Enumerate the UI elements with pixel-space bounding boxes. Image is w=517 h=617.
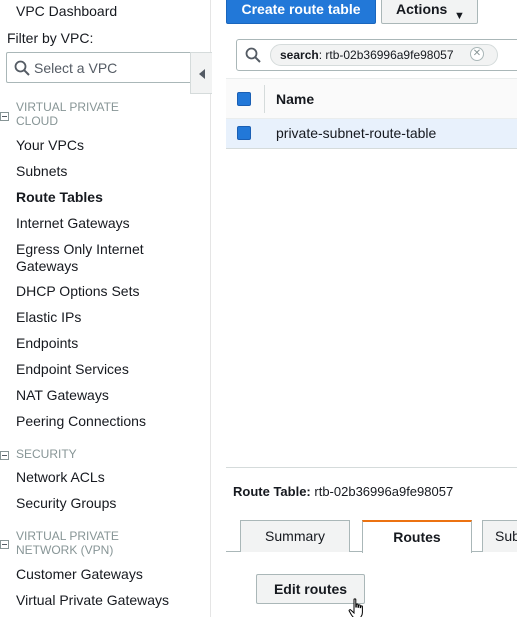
sidebar-item-egress-only-internet-gateways[interactable]: Egress Only Internet Gateways	[16, 241, 166, 275]
filter-label: Filter by VPC:	[7, 30, 94, 46]
collapse-section-vpc-icon[interactable]	[0, 112, 9, 121]
vpc-select-placeholder: Select a VPC	[34, 60, 118, 76]
sidebar-item-virtual-private-gateways[interactable]: Virtual Private Gateways	[16, 592, 169, 609]
chevron-down-icon: ▼	[454, 10, 465, 22]
sidebar-item-vpc-dashboard[interactable]: VPC Dashboard	[16, 3, 117, 20]
sidebar-item-endpoints[interactable]: Endpoints	[16, 335, 78, 352]
sidebar-item-internet-gateways[interactable]: Internet Gateways	[16, 215, 130, 232]
sidebar-item-nat-gateways[interactable]: NAT Gateways	[16, 387, 109, 404]
sidebar-item-customer-gateways[interactable]: Customer Gateways	[16, 566, 143, 583]
sidebar-item-your-vpcs[interactable]: Your VPCs	[16, 137, 84, 154]
sidebar-item-security-groups[interactable]: Security Groups	[16, 495, 116, 512]
search-token-value: : rtb-02b36996a9fe98057	[318, 48, 454, 62]
actions-button[interactable]: Actions ▼	[381, 0, 478, 24]
vpc-select[interactable]: Select a VPC	[6, 52, 192, 83]
section-heading-vpc: VIRTUAL PRIVATE CLOUD	[16, 100, 119, 128]
sidebar-item-dhcp-options-sets[interactable]: DHCP Options Sets	[16, 283, 139, 300]
section-heading-security: SECURITY	[16, 447, 77, 461]
sidebar: VPC Dashboard Filter by VPC: Select a VP…	[0, 0, 212, 617]
row-name-cell: private-subnet-route-table	[276, 125, 437, 141]
remove-token-icon[interactable]: ✕	[470, 47, 484, 61]
main-panel: Create route table Actions ▼ search: rtb…	[212, 0, 517, 617]
collapse-section-security-icon[interactable]	[0, 451, 9, 460]
sidebar-item-endpoint-services[interactable]: Endpoint Services	[16, 361, 129, 378]
search-icon	[245, 47, 261, 63]
sidebar-item-peering-connections[interactable]: Peering Connections	[16, 413, 146, 430]
actions-label: Actions	[396, 1, 448, 17]
detail-label: Route Table:	[233, 484, 311, 499]
search-icon	[14, 60, 30, 76]
detail-title: Route Table: rtb-02b36996a9fe98057	[233, 484, 453, 499]
detail-panel: Route Table: rtb-02b36996a9fe98057 Summa…	[226, 467, 517, 617]
hand-pointer-icon	[348, 598, 363, 617]
sidebar-item-route-tables[interactable]: Route Tables	[16, 189, 103, 206]
create-route-table-button[interactable]: Create route table	[226, 0, 376, 24]
search-filter-token: search: rtb-02b36996a9fe98057	[270, 44, 498, 66]
section-heading-vpn: VIRTUAL PRIVATE NETWORK (VPN)	[16, 529, 119, 557]
detail-route-table-id: rtb-02b36996a9fe98057	[314, 484, 454, 499]
select-all-checkbox[interactable]	[237, 92, 251, 106]
tab-subnet-associations[interactable]: Sub	[482, 520, 517, 552]
sidebar-item-subnets[interactable]: Subnets	[16, 163, 67, 180]
search-token-key: search	[280, 48, 319, 62]
sidebar-item-network-acls[interactable]: Network ACLs	[16, 469, 105, 486]
chevron-left-icon	[199, 69, 205, 79]
table-header: Name	[226, 78, 517, 119]
table-row[interactable]: private-subnet-route-table	[226, 119, 517, 149]
tab-routes[interactable]: Routes	[362, 520, 472, 553]
column-divider	[264, 85, 265, 113]
sidebar-item-elastic-ips[interactable]: Elastic IPs	[16, 309, 81, 326]
collapse-section-vpn-icon[interactable]	[0, 540, 9, 549]
search-input[interactable]: search: rtb-02b36996a9fe98057 ✕ Ad	[236, 39, 517, 71]
row-checkbox[interactable]	[237, 126, 251, 140]
column-header-name[interactable]: Name	[276, 91, 314, 107]
tab-summary[interactable]: Summary	[240, 520, 350, 552]
collapse-sidebar-button[interactable]	[190, 52, 212, 94]
